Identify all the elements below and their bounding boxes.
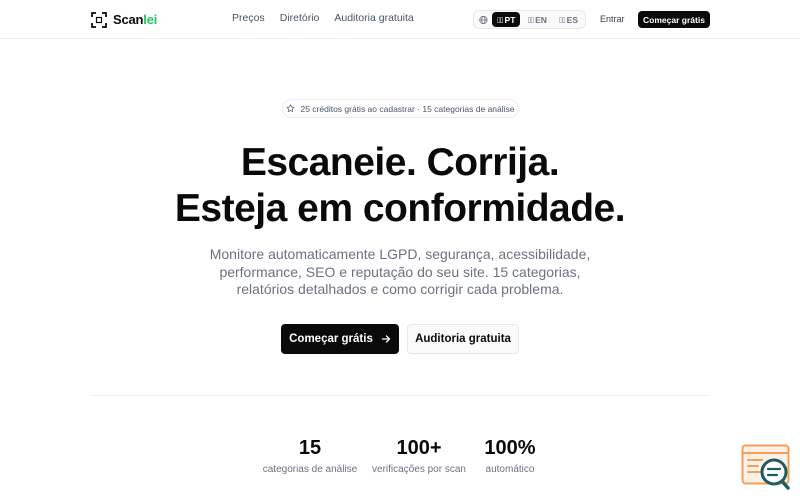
- free-audit-button[interactable]: Auditoria gratuita: [407, 324, 519, 354]
- main-nav: Preços Diretório Auditoria gratuita: [232, 12, 414, 24]
- hero-title-line-2: Esteja em conformidade.: [174, 187, 626, 230]
- flag-icon: ▯▯: [558, 16, 566, 24]
- start-free-button[interactable]: Começar grátis: [281, 324, 399, 354]
- login-link[interactable]: Entrar: [600, 14, 625, 24]
- hero-title: Escaneie. Corrija. Esteja em conformidad…: [0, 140, 800, 232]
- star-icon: [286, 104, 296, 113]
- stat-label: categorias de análise: [262, 464, 358, 475]
- hero-title-line-1: Escaneie. Corrija.: [240, 141, 560, 184]
- landing-page: Scanlei Preços Diretório Auditoria gratu…: [0, 0, 800, 500]
- scan-frame-icon: [91, 11, 107, 28]
- top-header: Scanlei Preços Diretório Auditoria gratu…: [0, 0, 800, 39]
- flag-icon: ▯▯: [527, 16, 534, 24]
- stat-categories: 15 categorias de análise: [260, 436, 360, 475]
- section-divider: [92, 395, 709, 396]
- stat-automatic: 100% automático: [475, 436, 545, 475]
- stat-label: automático: [485, 464, 535, 475]
- arrow-right-icon: [381, 335, 391, 343]
- nav-item-pricing[interactable]: Preços: [232, 12, 265, 24]
- logo-text: Scanlei: [113, 12, 158, 27]
- stat-value: 100+: [396, 437, 442, 459]
- nav-item-free-audit[interactable]: Auditoria gratuita: [334, 12, 413, 24]
- promo-badge: 25 créditos grátis ao cadastrar · 15 cat…: [282, 99, 519, 118]
- logo[interactable]: Scanlei: [91, 11, 157, 28]
- language-switcher: ▯▯ PT ▯▯ EN ▯▯ ES: [473, 10, 586, 29]
- hero-subtitle: Monitore automaticamente LGPD, segurança…: [209, 246, 591, 297]
- stat-value: 100%: [484, 437, 536, 459]
- start-free-button-label: Começar grátis: [289, 333, 373, 345]
- globe-icon: [479, 15, 488, 24]
- promo-badge-text: 25 créditos grátis ao cadastrar · 15 cat…: [300, 103, 515, 114]
- search-report-icon: [741, 444, 790, 490]
- nav-item-directory[interactable]: Diretório: [280, 12, 320, 24]
- stat-label: verificações por scan: [372, 464, 466, 475]
- stat-checks: 100+ verificações por scan: [369, 436, 469, 475]
- search-report-widget[interactable]: [741, 444, 791, 490]
- header-signup-button[interactable]: Começar grátis: [638, 11, 710, 28]
- language-option-pt[interactable]: ▯▯ PT: [491, 12, 521, 27]
- language-option-en[interactable]: ▯▯ EN: [522, 12, 552, 27]
- flag-icon: ▯▯: [496, 16, 504, 24]
- stat-value: 15: [298, 437, 322, 459]
- language-option-es[interactable]: ▯▯ ES: [554, 12, 583, 27]
